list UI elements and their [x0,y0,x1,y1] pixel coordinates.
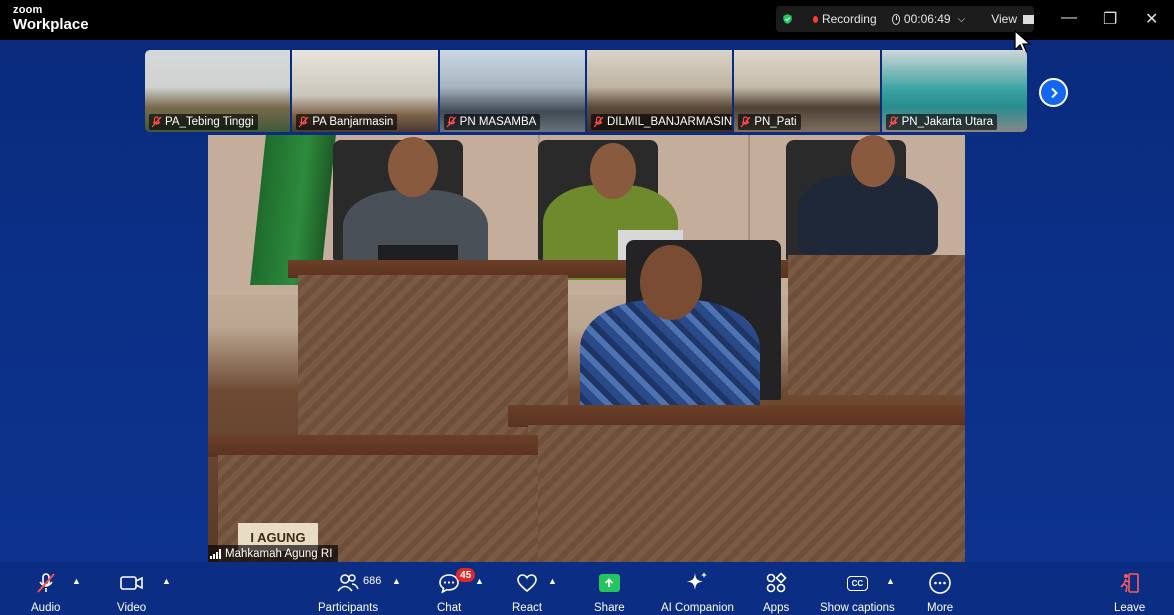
participants-count: 686 [363,575,382,587]
desk-top [208,435,538,457]
video-options-chevron-icon[interactable]: ▲ [162,576,171,586]
participant-tile[interactable]: PN_Jakarta Utara [881,50,1027,132]
signal-bars-icon [210,548,221,559]
participant-tile[interactable]: PA_Tebing Tinggi [145,50,291,132]
mic-muted-icon [36,573,55,593]
chevron-right-icon [1050,87,1058,98]
apps-label: Apps [763,602,790,614]
more-icon [929,572,951,594]
clock-icon [891,13,900,25]
participant-name: PA Banjarmasin [312,116,394,128]
mic-muted-icon [888,116,899,128]
mic-muted-icon [298,116,309,128]
react-button[interactable]: React [512,571,542,614]
view-button[interactable]: View [991,12,1034,26]
person-head [388,137,438,197]
meeting-toolbar: Audio ▲ Video ▲ Participants 686 ▲ 45 Ch… [0,562,1174,615]
participant-tile[interactable]: DILMIL_BANJARMASIN [586,50,733,132]
participant-tile[interactable]: PN_Pati [734,50,880,132]
more-button[interactable]: More [927,571,953,614]
participants-label: Participants [318,602,379,614]
recording-dot-icon [813,15,818,23]
mic-muted-icon [593,116,604,128]
react-options-chevron-icon[interactable]: ▲ [548,576,557,586]
meeting-timer: 00:06:49 [903,12,951,26]
person-right [798,175,938,255]
ai-companion-label: AI Companion [661,602,734,614]
chat-unread-badge: 45 [456,568,476,582]
desk-front [528,425,965,562]
participants-icon [337,574,359,592]
sparkle-icon [687,572,708,590]
participant-name: PN_Pati [754,116,797,128]
chat-options-chevron-icon[interactable]: ▲ [475,576,484,586]
leave-button[interactable]: Leave [1114,571,1145,614]
audio-button[interactable]: Audio [31,571,60,614]
participant-name: DILMIL_BANJARMASIN [606,116,733,128]
mic-muted-icon [151,116,162,128]
person-head [590,143,636,199]
leave-icon [1120,573,1139,593]
captions-button[interactable]: CC Show captions [820,571,895,614]
brand-big: Workplace [13,16,89,33]
captions-label: Show captions [820,602,895,614]
next-page-button[interactable] [1039,78,1068,107]
participant-label: PN MASAMBA [443,114,541,130]
app-logo: zoom Workplace [13,4,89,33]
apps-button[interactable]: Apps [763,571,789,614]
share-screen-icon [598,574,620,592]
active-speaker-video[interactable]: I AGUNG Mahkamah Agung RI [208,135,965,562]
close-icon[interactable]: ✕ [1145,9,1158,29]
share-label: Share [594,602,625,614]
audio-label: Audio [31,602,61,614]
view-label: View [991,12,1017,26]
speaker-name-tag: Mahkamah Agung RI [208,545,339,562]
participant-label: PN_Jakarta Utara [885,114,998,130]
participant-name: PA_Tebing Tinggi [165,116,254,128]
share-button[interactable]: Share [594,571,625,614]
participant-name: PN_Jakarta Utara [901,116,994,128]
react-label: React [512,602,543,614]
speaker-name: Mahkamah Agung RI [225,547,333,560]
recording-label[interactable]: Recording [822,12,877,26]
more-label: More [927,602,954,614]
participant-name: PN MASAMBA [459,116,537,128]
shield-icon[interactable] [782,11,793,27]
mic-muted-icon [740,116,751,128]
desk-top [508,405,965,427]
minimize-icon[interactable]: — [1061,9,1077,27]
video-label: Video [117,602,147,614]
person-head [851,135,895,187]
gallery-strip: PA_Tebing Tinggi PA Banjarmasin PN MASAM… [145,50,1027,132]
video-button[interactable]: Video [117,571,146,614]
participant-tile[interactable]: PN MASAMBA [439,50,585,132]
meeting-status-bar: Recording 00:06:49 ⌵ View [776,6,1034,32]
speaker-head [640,245,702,320]
grid-icon [1023,14,1034,24]
desk-front [788,255,965,395]
chat-label: Chat [437,602,462,614]
restore-icon[interactable]: ❐ [1103,9,1117,29]
participant-label: PN_Pati [738,114,801,130]
participant-label: PA Banjarmasin [296,114,398,130]
captions-options-chevron-icon[interactable]: ▲ [886,576,895,586]
chat-button[interactable]: 45 Chat [437,568,476,614]
participant-tile[interactable]: PA Banjarmasin [292,50,438,132]
mic-muted-icon [446,116,457,128]
heart-icon [517,574,537,593]
ai-companion-button[interactable]: AI Companion [661,571,734,614]
chevron-down-icon[interactable]: ⌵ [958,14,966,25]
participant-label: DILMIL_BANJARMASIN [590,114,733,130]
participants-options-chevron-icon[interactable]: ▲ [392,576,401,586]
brand-small: zoom [13,4,43,16]
participant-label: PA_Tebing Tinggi [149,114,258,130]
closed-captions-icon: CC [846,575,868,591]
camera-icon [119,576,143,590]
title-bar: zoom Workplace Recording 00:06:49 ⌵ View… [0,0,1174,54]
leave-label: Leave [1114,602,1146,614]
audio-options-chevron-icon[interactable]: ▲ [72,576,81,586]
apps-icon [766,572,787,593]
